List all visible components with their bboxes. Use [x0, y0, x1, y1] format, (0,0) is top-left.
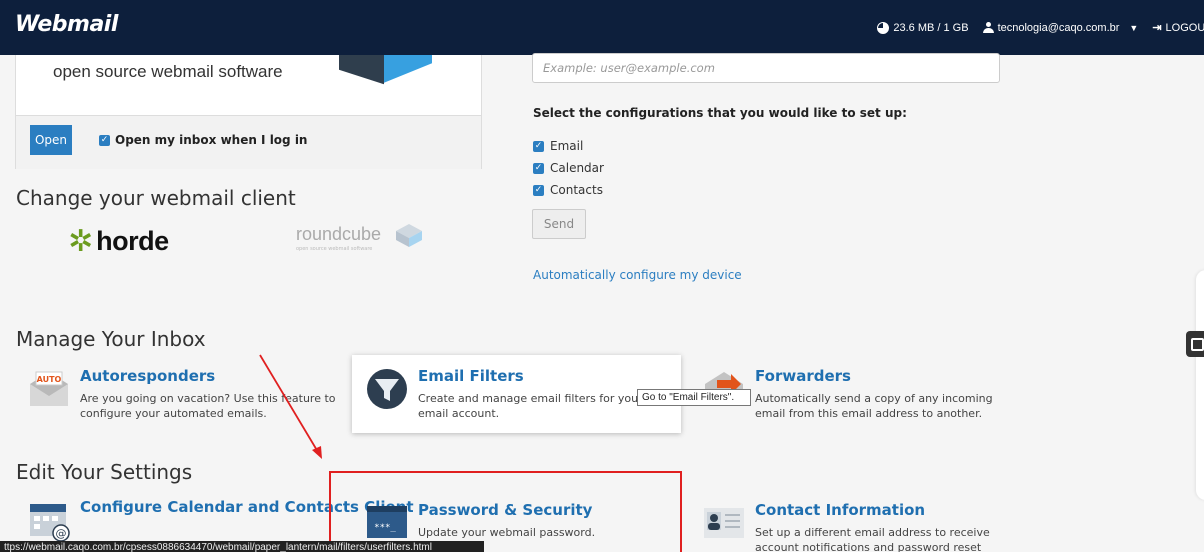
manage-inbox-heading: Manage Your Inbox — [16, 327, 206, 351]
open-inbox-checkbox[interactable]: ✓ Open my inbox when I log in — [99, 133, 307, 147]
user-menu[interactable]: tecnologia@caqo.com.br ▼ — [982, 21, 1139, 34]
config-title: Select the configurations that you would… — [533, 106, 907, 120]
checkbox-checked-icon: ✓ — [533, 162, 544, 174]
config-option-label: Email — [550, 139, 584, 153]
roundcube-cube-icon — [396, 224, 422, 247]
open-button[interactable]: Open — [30, 125, 72, 155]
config-option-calendar[interactable]: ✓ Calendar — [533, 161, 604, 175]
change-client-heading: Change your webmail client — [16, 186, 296, 210]
contact-information-desc: Set up a different email address to rece… — [755, 526, 990, 552]
svg-text:AUTO: AUTO — [37, 375, 62, 384]
config-option-label: Contacts — [550, 183, 603, 197]
quota-text: 23.6 MB / 1 GB — [893, 21, 969, 34]
logout-link[interactable]: ⇥ LOGOUT — [1152, 21, 1204, 35]
email-field[interactable] — [532, 53, 1000, 83]
horde-client-link[interactable]: ✲ horde — [68, 226, 169, 257]
svg-text:@: @ — [56, 527, 67, 540]
forwarders-title[interactable]: Forwarders — [755, 367, 851, 385]
brand-logo[interactable]: Webmail — [15, 12, 118, 37]
pie-chart-icon — [877, 21, 890, 34]
logout-icon: ⇥ — [1152, 22, 1162, 34]
autoresponder-icon: AUTO — [30, 371, 68, 406]
checkbox-checked-icon: ✓ — [99, 134, 110, 146]
quota-indicator[interactable]: 23.6 MB / 1 GB — [877, 21, 969, 34]
contact-icon — [704, 508, 744, 538]
forwarders-desc: Automatically send a copy of any incomin… — [755, 392, 993, 420]
auto-configure-link[interactable]: Automatically configure my device — [533, 268, 742, 282]
side-panel — [1196, 270, 1204, 500]
roundcube-sublabel: open source webmail software — [296, 246, 373, 252]
chart-widget-icon[interactable] — [1186, 331, 1204, 357]
link-status-bar: ttps://webmail.caqo.com.br/cpsess0886634… — [0, 541, 484, 552]
checkbox-checked-icon: ✓ — [533, 140, 544, 152]
edit-settings-heading: Edit Your Settings — [16, 460, 193, 484]
filter-icon — [367, 369, 407, 409]
roundcube-client-link[interactable]: roundcube open source webmail software — [296, 224, 422, 252]
send-button[interactable]: Send — [532, 209, 586, 239]
client-logo: open source webmail software — [16, 55, 481, 115]
horde-gear-icon: ✲ — [68, 223, 94, 259]
config-option-email[interactable]: ✓ Email — [533, 139, 583, 153]
logout-label: LOGOUT — [1165, 21, 1204, 34]
client-card-footer: Open ✓ Open my inbox when I log in — [16, 115, 481, 169]
tooltip: Go to "Email Filters". — [637, 389, 751, 406]
top-navbar: Webmail 23.6 MB / 1 GB tecnologia@caqo.c… — [0, 0, 1204, 55]
user-icon — [982, 22, 994, 33]
config-option-label: Calendar — [550, 161, 604, 175]
email-filters-title[interactable]: Email Filters — [418, 367, 524, 385]
checkbox-checked-icon: ✓ — [533, 184, 544, 196]
roundcube-label: roundcube — [296, 224, 382, 244]
config-option-contacts[interactable]: ✓ Contacts — [533, 183, 603, 197]
default-client-card: open source webmail software Open ✓ Open… — [15, 55, 482, 169]
calendar-icon: @ — [30, 504, 70, 542]
caret-down-icon: ▼ — [1129, 22, 1139, 33]
client-tagline: open source webmail software — [53, 62, 283, 81]
contact-information-title[interactable]: Contact Information — [755, 501, 925, 519]
autoresponders-title[interactable]: Autoresponders — [80, 367, 215, 385]
open-inbox-label: Open my inbox when I log in — [115, 133, 308, 147]
user-email: tecnologia@caqo.com.br — [997, 21, 1120, 34]
autoresponders-desc: Are you going on vacation? Use this feat… — [80, 392, 336, 420]
email-filters-desc: Create and manage email filters for your… — [418, 392, 643, 420]
highlight-box — [329, 471, 682, 552]
top-right-menu: 23.6 MB / 1 GB tecnologia@caqo.com.br ▼ … — [863, 0, 1204, 55]
horde-label: horde — [96, 226, 169, 256]
